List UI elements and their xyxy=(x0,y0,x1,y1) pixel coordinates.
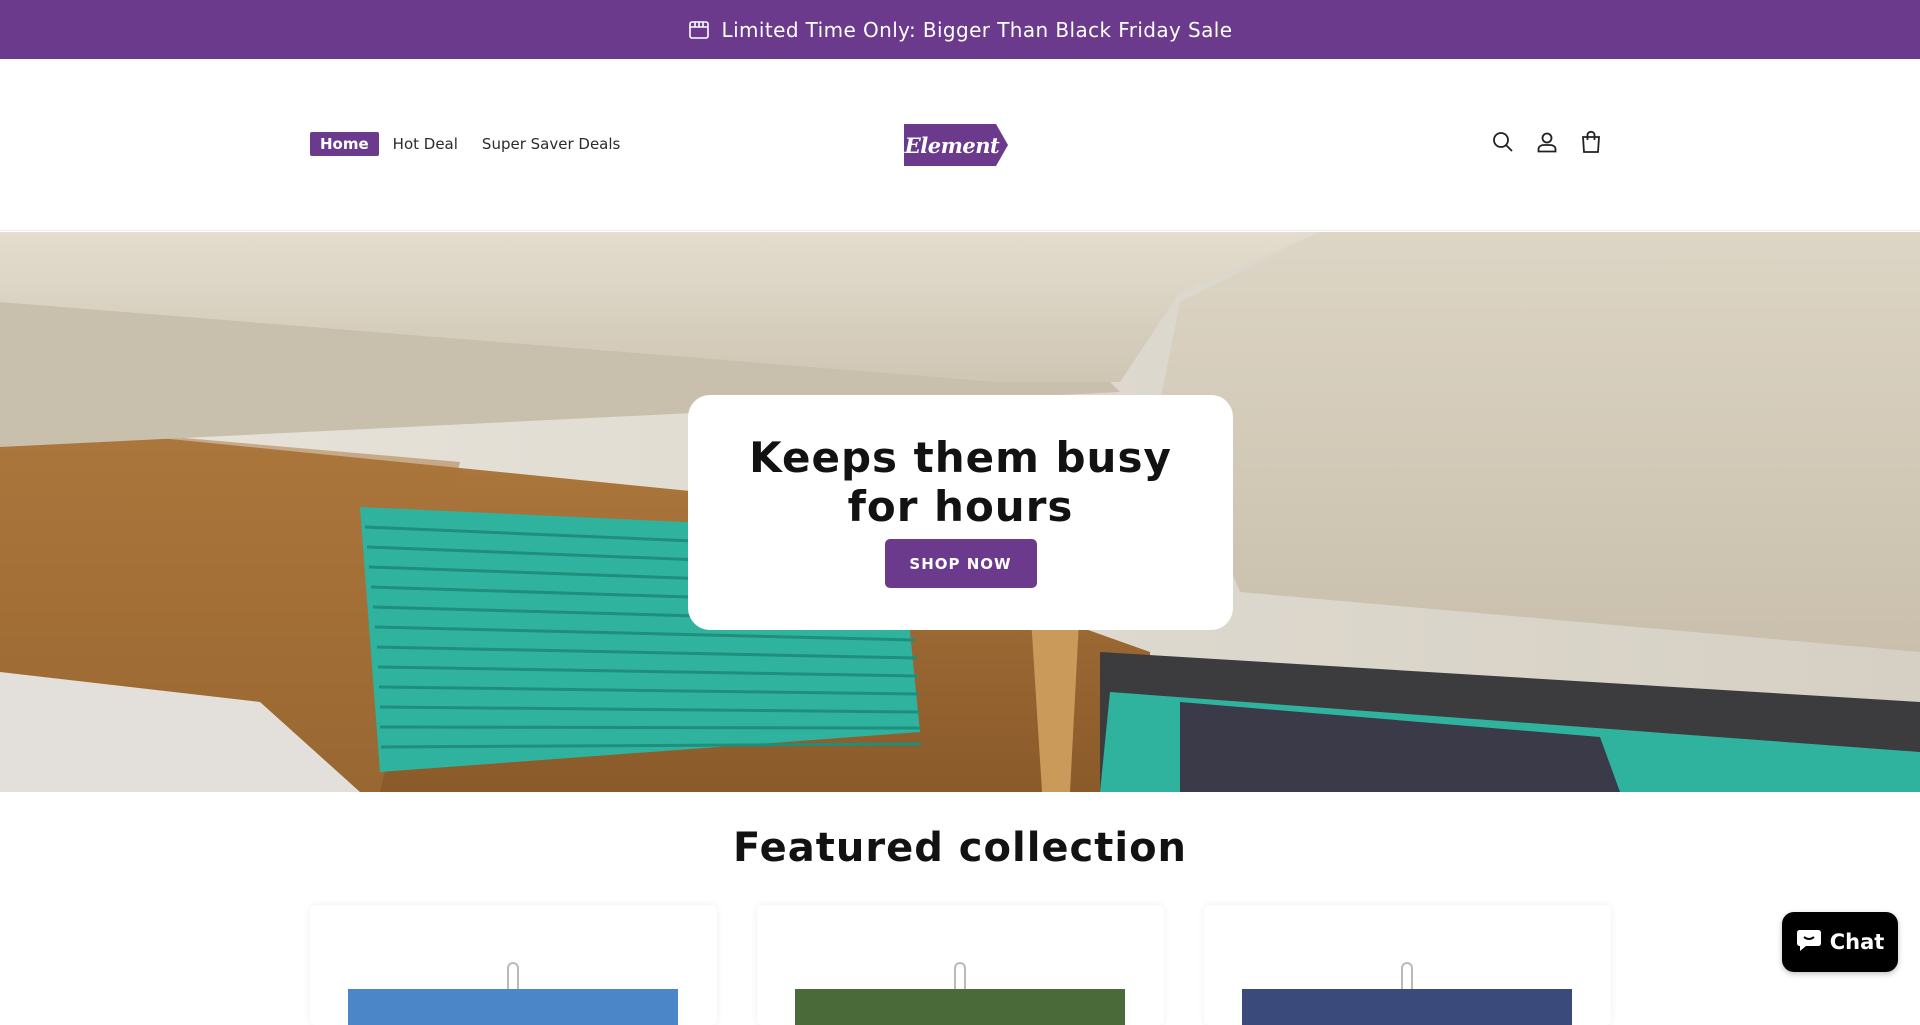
hero-content-card: Keeps them busy for hours SHOP NOW xyxy=(688,395,1233,630)
product-card[interactable] xyxy=(1204,905,1611,1025)
hero-title: Keeps them busy for hours xyxy=(749,433,1172,531)
product-image xyxy=(795,989,1125,1025)
nav-item-home[interactable]: Home xyxy=(310,132,379,156)
store-icon xyxy=(688,19,710,41)
product-grid xyxy=(310,905,1611,1025)
search-icon[interactable] xyxy=(1490,129,1516,155)
account-icon[interactable] xyxy=(1534,129,1560,155)
nav-item-super-saver-deals[interactable]: Super Saver Deals xyxy=(472,132,630,156)
chat-bubble-icon xyxy=(1796,928,1822,956)
chat-button[interactable]: Chat xyxy=(1782,912,1898,972)
announcement-text: Limited Time Only: Bigger Than Black Fri… xyxy=(721,17,1233,42)
logo-text: Element xyxy=(904,132,1000,158)
product-card[interactable] xyxy=(757,905,1164,1025)
hanger-hook xyxy=(1401,962,1413,992)
hanger-hook xyxy=(507,962,519,992)
cart-icon[interactable] xyxy=(1578,129,1604,155)
shop-now-button[interactable]: SHOP NOW xyxy=(884,539,1037,588)
featured-collection-title: Featured collection xyxy=(732,825,1188,871)
product-card[interactable] xyxy=(310,905,717,1025)
header-actions xyxy=(1490,129,1604,155)
chat-label: Chat xyxy=(1829,930,1885,954)
product-image xyxy=(348,989,678,1025)
site-logo[interactable]: Element xyxy=(904,124,1008,166)
announcement-bar: Limited Time Only: Bigger Than Black Fri… xyxy=(0,0,1920,59)
nav-item-hot-deal[interactable]: Hot Deal xyxy=(383,132,468,156)
hanger-hook xyxy=(954,962,966,992)
site-header: Home Hot Deal Super Saver Deals Element xyxy=(0,59,1920,231)
product-image xyxy=(1242,989,1572,1025)
hero-banner: Keeps them busy for hours SHOP NOW xyxy=(0,232,1920,792)
main-nav: Home Hot Deal Super Saver Deals xyxy=(310,132,634,156)
